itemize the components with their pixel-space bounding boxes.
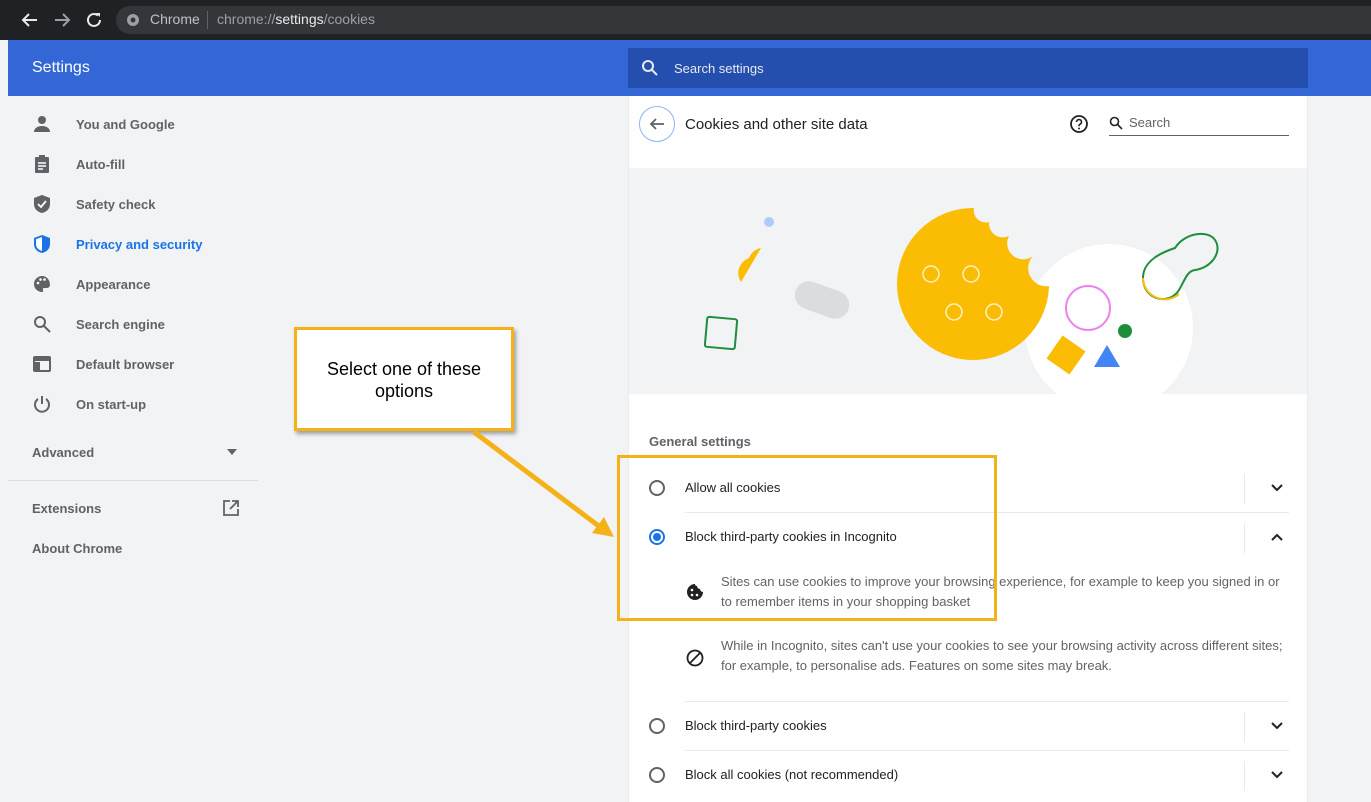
search-settings-box[interactable]: [628, 48, 1308, 88]
back-arrow-icon: [649, 118, 664, 130]
search-icon: [1109, 116, 1123, 130]
radio-button[interactable]: [649, 767, 665, 783]
browser-toolbar: Chrome chrome://settings/cookies: [0, 0, 1371, 40]
url-text: chrome://settings/cookies: [217, 11, 375, 27]
chrome-logo-icon: [127, 14, 139, 26]
dropdown-arrow-icon: [227, 449, 237, 455]
general-settings-heading: General settings: [649, 434, 751, 449]
block-icon: [686, 649, 704, 667]
sidebar-item-about-chrome[interactable]: About Chrome: [8, 528, 258, 568]
omnibox-divider: [207, 11, 208, 29]
sidebar-item-you-and-google[interactable]: You and Google: [8, 104, 258, 144]
callout-box: Select one of these options: [294, 327, 514, 431]
cookie-search-input[interactable]: [1129, 115, 1279, 130]
browser-icon: [32, 354, 52, 374]
option-divider: [1244, 474, 1245, 504]
sidebar-item-on-start-up[interactable]: On start-up: [8, 384, 258, 424]
sidebar-item-label: Default browser: [76, 356, 175, 372]
sidebar-item-privacy-and-security[interactable]: Privacy and security: [8, 224, 258, 264]
cookie-search-box[interactable]: [1109, 112, 1289, 136]
sidebar-divider: [8, 480, 258, 481]
sidebar-item-label: Appearance: [76, 276, 151, 292]
page-title: Settings: [32, 59, 90, 76]
option-block-all-cookies[interactable]: Block all cookies (not recommended): [649, 751, 1289, 799]
option-block-third-party-cookies[interactable]: Block third-party cookies: [649, 702, 1289, 750]
forward-arrow-icon[interactable]: [50, 8, 74, 32]
sidebar-item-label: On start-up: [76, 396, 147, 412]
sidebar-item-safety-check[interactable]: Safety check: [8, 184, 258, 224]
option-divider: [1244, 761, 1245, 791]
sidebar: You and Google Auto-fill Safety check Pr…: [8, 96, 258, 802]
address-bar[interactable]: Chrome chrome://settings/cookies: [116, 6, 1371, 34]
site-name: Chrome: [150, 11, 200, 27]
option-divider: [1244, 712, 1245, 742]
sidebar-item-extensions[interactable]: Extensions: [8, 488, 258, 528]
sidebar-item-default-browser[interactable]: Default browser: [8, 344, 258, 384]
callout-text: Select one of these options: [326, 359, 482, 401]
chevron-down-icon[interactable]: [1269, 480, 1285, 496]
highlight-box: [617, 455, 997, 621]
search-icon: [642, 60, 658, 76]
open-in-new-icon: [223, 500, 239, 516]
chevron-down-icon[interactable]: [1269, 767, 1285, 783]
settings-header: Settings: [8, 40, 1371, 96]
page-title: Cookies and other site data: [685, 116, 868, 133]
back-button[interactable]: [639, 106, 675, 142]
chevron-down-icon[interactable]: [1269, 718, 1285, 734]
person-icon: [32, 114, 52, 134]
shield-icon: [32, 234, 52, 254]
sidebar-item-label: Safety check: [76, 196, 156, 212]
sidebar-item-auto-fill[interactable]: Auto-fill: [8, 144, 258, 184]
cookies-illustration: [629, 168, 1307, 394]
radio-button[interactable]: [649, 718, 665, 734]
sidebar-item-label: Search engine: [76, 316, 165, 332]
sidebar-item-search-engine[interactable]: Search engine: [8, 304, 258, 344]
sidebar-item-label: You and Google: [76, 116, 175, 132]
search-icon: [32, 314, 52, 334]
power-icon: [32, 394, 52, 414]
clipboard-icon: [32, 154, 52, 174]
reload-icon[interactable]: [82, 8, 106, 32]
option-label: Block all cookies (not recommended): [685, 767, 899, 782]
sidebar-advanced-toggle[interactable]: Advanced: [8, 432, 258, 472]
help-icon[interactable]: [1069, 114, 1089, 134]
detail-text: While in Incognito, sites can't use your…: [721, 638, 1283, 673]
sidebar-item-appearance[interactable]: Appearance: [8, 264, 258, 304]
about-chrome-label: About Chrome: [32, 540, 123, 556]
shield-check-icon: [32, 194, 52, 214]
sidebar-item-label: Auto-fill: [76, 156, 126, 172]
extensions-label: Extensions: [32, 500, 102, 516]
cookies-settings-card: Cookies and other site data General sett…: [628, 96, 1308, 802]
cookie-illustration-graphic: [703, 207, 1219, 394]
advanced-label: Advanced: [32, 444, 95, 460]
search-settings-input[interactable]: [674, 58, 1274, 78]
palette-icon: [32, 274, 52, 294]
sidebar-item-label: Privacy and security: [76, 236, 203, 252]
back-arrow-icon[interactable]: [18, 8, 42, 32]
option-divider: [1244, 523, 1245, 553]
option-label: Block third-party cookies: [685, 718, 827, 733]
chevron-up-icon[interactable]: [1269, 529, 1285, 545]
